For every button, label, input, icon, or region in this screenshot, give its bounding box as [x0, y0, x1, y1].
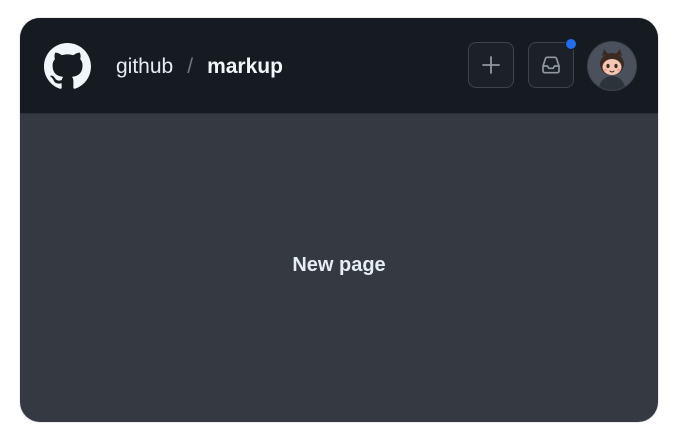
breadcrumb-owner-link[interactable]: github	[116, 55, 173, 79]
plus-icon	[482, 56, 500, 74]
breadcrumb-separator: /	[187, 55, 194, 78]
app-window: github / markup New page	[20, 18, 658, 422]
github-logo-icon[interactable]	[44, 43, 91, 90]
user-avatar[interactable]	[588, 42, 636, 90]
top-header: github / markup	[20, 18, 658, 114]
main-content: New page	[20, 114, 658, 422]
create-new-button[interactable]	[468, 42, 514, 88]
inbox-icon	[542, 56, 560, 74]
breadcrumb: github / markup	[116, 54, 283, 80]
breadcrumb-repo-link[interactable]: markup	[207, 55, 283, 79]
page-placeholder-text: New page	[292, 253, 386, 276]
unread-notification-dot	[565, 38, 577, 50]
octocat-avatar-icon	[588, 42, 636, 90]
